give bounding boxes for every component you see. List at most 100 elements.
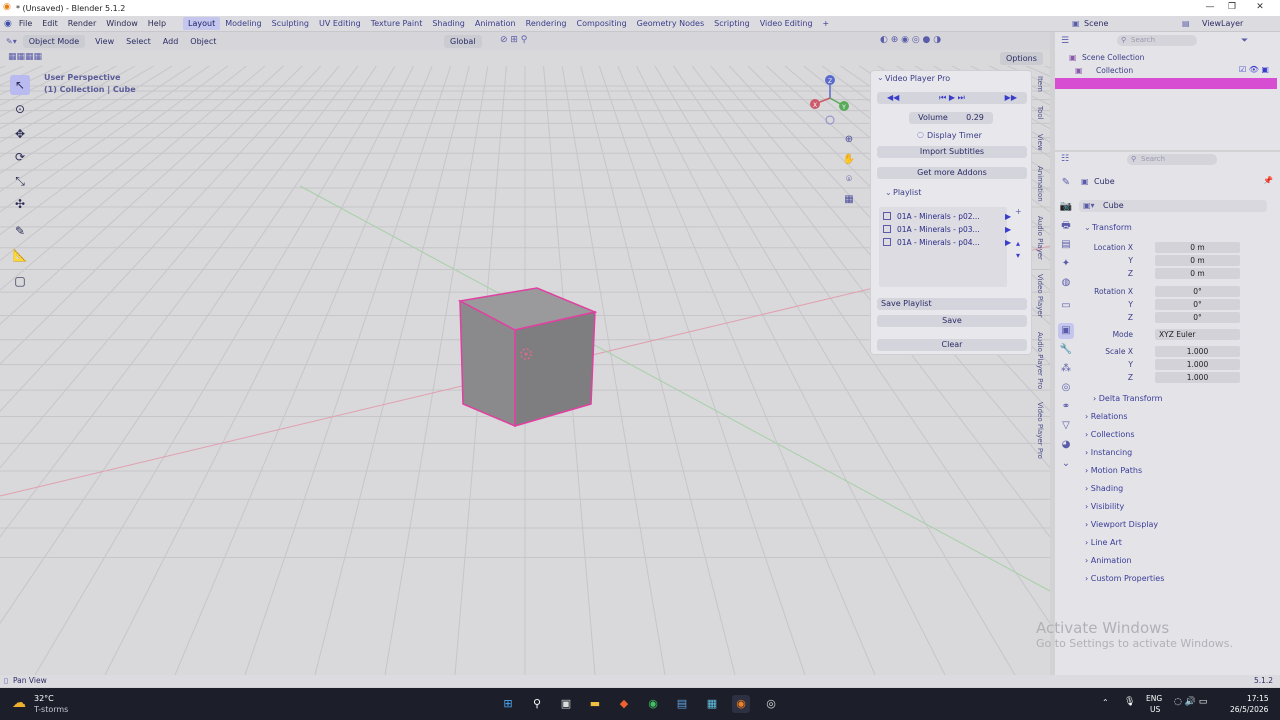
transform-header[interactable]: Transform: [1092, 223, 1132, 232]
tab-modeling[interactable]: Modeling: [220, 17, 266, 30]
language-indicator[interactable]: ENG: [1146, 694, 1162, 703]
filter-icon[interactable]: ⏷: [1241, 36, 1248, 46]
import-subtitles-button[interactable]: Import Subtitles: [877, 146, 1027, 158]
tab-video-editing[interactable]: Video Editing: [755, 17, 818, 30]
get-more-addons-button[interactable]: Get more Addons: [877, 167, 1027, 179]
blender-menu-icon[interactable]: ◉: [4, 19, 12, 29]
object-mode-dropdown[interactable]: Object Mode: [22, 34, 86, 48]
fast-forward-icon[interactable]: ▶▶: [1005, 92, 1017, 104]
tab-layout[interactable]: Layout: [183, 17, 221, 30]
play-icon[interactable]: ▶: [1005, 211, 1011, 223]
brave-browser-icon[interactable]: ◆: [615, 695, 633, 713]
scale-tool-icon[interactable]: ⤡: [10, 171, 30, 191]
measure-tool-icon[interactable]: 📐: [10, 245, 30, 265]
properties-search-input[interactable]: ⚲ Search: [1127, 154, 1217, 165]
tool-props-icon[interactable]: ✎: [1058, 175, 1074, 191]
pin-icon[interactable]: 📌: [1263, 176, 1273, 185]
close-button[interactable]: ✕: [1246, 0, 1274, 16]
rotation-x-field[interactable]: 0°: [1155, 286, 1240, 297]
instancing-section[interactable]: › Instancing: [1085, 448, 1132, 457]
weather-icon[interactable]: ☁: [12, 695, 26, 711]
visibility-section[interactable]: › Visibility: [1085, 502, 1124, 511]
scene-collection-label[interactable]: Scene Collection: [1082, 53, 1144, 62]
move-down-icon[interactable]: ▾: [1016, 251, 1020, 260]
physics-props-icon[interactable]: ◎: [1058, 380, 1074, 396]
motion-paths-section[interactable]: › Motion Paths: [1085, 466, 1142, 475]
file-explorer-icon[interactable]: ▬: [586, 695, 604, 713]
tab-video-player-pro[interactable]: Video Player Pro: [1036, 402, 1044, 459]
tab-shading[interactable]: Shading: [427, 17, 470, 30]
network-volume-battery-icons[interactable]: ◌ 🔊 ▭: [1174, 697, 1207, 707]
scale-y-field[interactable]: 1.000: [1155, 359, 1240, 370]
zoom-icon[interactable]: ⊕: [841, 132, 857, 148]
move-up-icon[interactable]: ▴: [1016, 239, 1020, 248]
shading-section[interactable]: › Shading: [1085, 484, 1123, 493]
delta-transform-section[interactable]: › Delta Transform: [1093, 394, 1162, 403]
view-layer-selector[interactable]: ViewLayer: [1202, 19, 1243, 28]
scene-selector[interactable]: Scene: [1084, 19, 1108, 28]
select-mode-icons[interactable]: ▦▦▦▦: [8, 52, 42, 62]
tab-audio-player-pro[interactable]: Audio Player Pro: [1036, 332, 1044, 389]
tab-item[interactable]: Item: [1036, 76, 1044, 92]
menu-file[interactable]: File: [14, 19, 37, 28]
rotation-z-field[interactable]: 0°: [1155, 312, 1240, 323]
save-playlist-dropdown[interactable]: Save Playlist: [877, 298, 1027, 310]
options-dropdown[interactable]: Options: [1000, 52, 1043, 65]
play-icon[interactable]: ▶: [1005, 237, 1011, 249]
save-button[interactable]: Save: [877, 315, 1027, 327]
orientation-dropdown[interactable]: Global: [444, 35, 482, 48]
navigation-gizmo[interactable]: Z Y X: [805, 71, 855, 126]
location-x-field[interactable]: 0 m: [1155, 242, 1240, 253]
render-props-icon[interactable]: 📷: [1058, 199, 1074, 215]
menu-object[interactable]: Object: [184, 36, 222, 47]
collections-section[interactable]: › Collections: [1085, 430, 1135, 439]
tab-audio-player[interactable]: Audio Player: [1036, 216, 1044, 260]
material-props-icon[interactable]: ◕: [1058, 437, 1074, 453]
tab-compositing[interactable]: Compositing: [572, 17, 632, 30]
playlist-item[interactable]: 01A - Minerals - p03... ▶: [883, 224, 1011, 236]
rotation-y-field[interactable]: 0°: [1155, 299, 1240, 310]
menu-select[interactable]: Select: [120, 36, 157, 47]
app-icon[interactable]: ▤: [673, 695, 691, 713]
rotate-tool-icon[interactable]: ⟳: [10, 147, 30, 167]
panel-collapse-icon[interactable]: ⌄: [877, 73, 884, 82]
properties-type-icon[interactable]: ☷: [1061, 154, 1069, 164]
scale-x-field[interactable]: 1.000: [1155, 346, 1240, 357]
tab-uv-editing[interactable]: UV Editing: [314, 17, 366, 30]
tab-tool[interactable]: Tool: [1036, 106, 1044, 120]
collection-label[interactable]: Collection: [1096, 66, 1133, 75]
playlist-collapse-icon[interactable]: ⌄: [885, 188, 892, 197]
menu-view[interactable]: View: [89, 36, 120, 47]
texture-props-icon[interactable]: ⌄: [1058, 456, 1074, 472]
tab-view[interactable]: View: [1036, 134, 1044, 151]
viewport-shading-icons[interactable]: ◐ ⊕ ◉ ◎ ● ◑: [880, 35, 941, 45]
add-workspace-button[interactable]: +: [818, 17, 835, 30]
volume-slider[interactable]: Volume 0.29: [909, 112, 993, 124]
move-tool-icon[interactable]: ✥: [10, 124, 30, 144]
add-cube-tool-icon[interactable]: ▢: [10, 271, 30, 291]
clear-button[interactable]: Clear: [877, 339, 1027, 351]
location-z-field[interactable]: 0 m: [1155, 268, 1240, 279]
line-art-section[interactable]: › Line Art: [1085, 538, 1122, 547]
play-icon[interactable]: ▶: [1005, 224, 1011, 236]
blender-taskbar-icon[interactable]: ◉: [732, 695, 750, 713]
tab-video-player[interactable]: Video Player: [1036, 274, 1044, 318]
cube-object[interactable]: [455, 286, 600, 428]
tab-rendering[interactable]: Rendering: [521, 17, 572, 30]
notes-app-icon[interactable]: ▦: [703, 695, 721, 713]
obs-icon[interactable]: ◎: [762, 695, 780, 713]
select-tool-icon[interactable]: ↖: [10, 75, 30, 95]
menu-edit[interactable]: Edit: [37, 19, 63, 28]
tab-texture-paint[interactable]: Texture Paint: [366, 17, 428, 30]
editor-type-icon[interactable]: ✎▾: [0, 36, 23, 47]
location-y-field[interactable]: 0 m: [1155, 255, 1240, 266]
prev-play-next-icons[interactable]: ⏮ ▶ ⏭: [939, 92, 965, 104]
viewport-display-section[interactable]: › Viewport Display: [1085, 520, 1158, 529]
menu-render[interactable]: Render: [63, 19, 101, 28]
microphone-icon[interactable]: 🎙: [1124, 697, 1135, 707]
relations-section[interactable]: › Relations: [1085, 412, 1128, 421]
chrome-icon[interactable]: ◉: [644, 695, 662, 713]
pan-hand-icon[interactable]: ✋: [841, 152, 857, 168]
outliner-search-input[interactable]: ⚲ Search: [1117, 35, 1197, 46]
start-icon[interactable]: ⊞: [499, 695, 517, 713]
